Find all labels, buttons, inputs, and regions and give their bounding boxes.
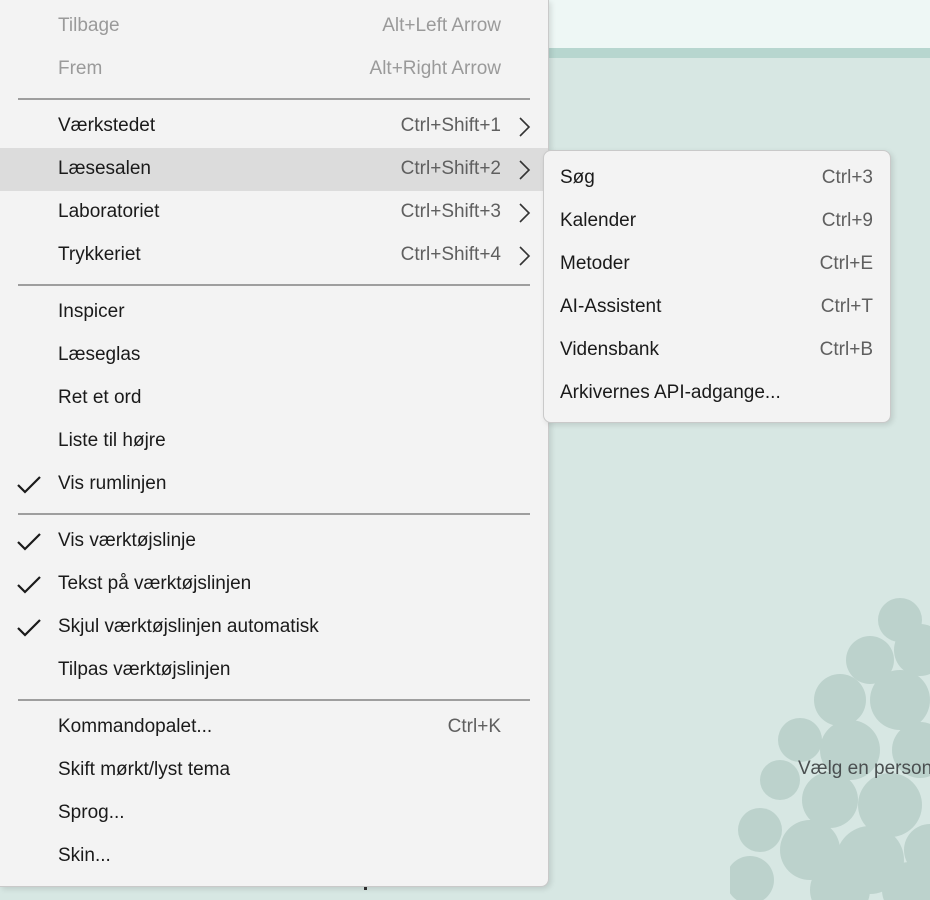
menu-item-label: Tilbage xyxy=(58,15,120,36)
menu-item-label: Tilpas værktøjslinjen xyxy=(58,659,231,680)
menu-item-tekst-pa-vaerktojslinjen[interactable]: Tekst på værktøjslinjen xyxy=(0,563,548,606)
menu-item-vis-vaerktojslinje[interactable]: Vis værktøjslinje xyxy=(0,520,548,563)
menu-item-label: Læsesalen xyxy=(58,158,151,179)
menu-item-label: Værkstedet xyxy=(58,115,156,136)
menu-item-shortcut: Alt+Left Arrow xyxy=(382,15,501,36)
checkmark-icon xyxy=(17,476,41,494)
chevron-right-icon xyxy=(519,117,531,137)
submenu-item-api-adgange[interactable]: Arkivernes API-adgange... xyxy=(544,366,890,409)
menu-item-shortcut: Ctrl+Shift+3 xyxy=(400,201,501,222)
submenu-item-label: Metoder xyxy=(560,253,630,274)
menu-item-label: Kommandopalet... xyxy=(58,716,213,737)
submenu-item-shortcut: Ctrl+B xyxy=(819,339,873,360)
menu-item-label: Skin... xyxy=(58,845,111,866)
menu-item-skin[interactable]: Skin... xyxy=(0,835,548,878)
menu-item-skift-tema[interactable]: Skift mørkt/lyst tema xyxy=(0,749,548,792)
submenu-item-sog[interactable]: Søg Ctrl+3 xyxy=(544,151,890,194)
menu-item-skjul-vaerktojslinjen[interactable]: Skjul værktøjslinjen automatisk xyxy=(0,606,548,649)
submenu-item-shortcut: Ctrl+T xyxy=(820,296,873,317)
menu-item-label: Laboratoriet xyxy=(58,201,160,222)
menu-separator xyxy=(18,699,530,701)
menu-item-back[interactable]: Tilbage Alt+Left Arrow xyxy=(0,5,548,48)
checkmark-icon xyxy=(17,533,41,551)
laesesalen-submenu: Søg Ctrl+3 Kalender Ctrl+9 Metoder Ctrl+… xyxy=(543,150,891,423)
menu-item-shortcut: Alt+Right Arrow xyxy=(369,58,501,79)
menu-item-shortcut: Ctrl+K xyxy=(447,716,501,737)
submenu-item-shortcut: Ctrl+3 xyxy=(821,167,873,188)
chevron-right-icon xyxy=(519,246,531,266)
menu-item-label: Ret et ord xyxy=(58,387,142,408)
menu-separator xyxy=(18,98,530,100)
menu-item-vis-rumlinjen[interactable]: Vis rumlinjen xyxy=(0,463,548,506)
menu-item-laesesalen[interactable]: Læsesalen Ctrl+Shift+2 xyxy=(0,148,548,191)
submenu-item-shortcut: Ctrl+9 xyxy=(821,210,873,231)
submenu-item-ai-assistent[interactable]: AI-Assistent Ctrl+T xyxy=(544,280,890,323)
menu-separator xyxy=(18,513,530,515)
menu-item-vaerkstedet[interactable]: Værkstedet Ctrl+Shift+1 xyxy=(0,105,548,148)
menu-separator xyxy=(18,284,530,286)
menu-item-shortcut: Ctrl+Shift+1 xyxy=(400,115,501,136)
menu-item-inspicer[interactable]: Inspicer xyxy=(0,291,548,334)
submenu-item-shortcut: Ctrl+E xyxy=(819,253,873,274)
menu-item-label: Læseglas xyxy=(58,344,141,365)
checkmark-icon xyxy=(17,619,41,637)
menu-item-laeseglas[interactable]: Læseglas xyxy=(0,334,548,377)
submenu-item-kalender[interactable]: Kalender Ctrl+9 xyxy=(544,194,890,237)
submenu-item-label: AI-Assistent xyxy=(560,296,662,317)
chevron-right-icon xyxy=(519,203,531,223)
menu-item-label: Trykkeriet xyxy=(58,244,141,265)
menu-item-label: Vis rumlinjen xyxy=(58,473,167,494)
menu-item-label: Liste til højre xyxy=(58,430,166,451)
menu-item-forward[interactable]: Frem Alt+Right Arrow xyxy=(0,48,548,91)
menu-item-laboratoriet[interactable]: Laboratoriet Ctrl+Shift+3 xyxy=(0,191,548,234)
menu-item-shortcut: Ctrl+Shift+4 xyxy=(400,244,501,265)
menu-item-ret-et-ord[interactable]: Ret et ord xyxy=(0,377,548,420)
menu-item-shortcut: Ctrl+Shift+2 xyxy=(400,158,501,179)
submenu-item-metoder[interactable]: Metoder Ctrl+E xyxy=(544,237,890,280)
menu-item-label: Tekst på værktøjslinjen xyxy=(58,573,252,594)
menu-item-label: Frem xyxy=(58,58,103,79)
chevron-right-icon xyxy=(519,160,531,180)
submenu-item-label: Vidensbank xyxy=(560,339,659,360)
select-person-hint: Vælg en person xyxy=(798,758,930,779)
submenu-item-vidensbank[interactable]: Vidensbank Ctrl+B xyxy=(544,323,890,366)
menu-item-liste-til-hojre[interactable]: Liste til højre xyxy=(0,420,548,463)
menu-item-label: Skjul værktøjslinjen automatisk xyxy=(58,616,319,637)
menu-item-label: Sprog... xyxy=(58,802,125,823)
menu-item-trykkeriet[interactable]: Trykkeriet Ctrl+Shift+4 xyxy=(0,234,548,277)
menu-item-tilpas-vaerktojslinjen[interactable]: Tilpas værktøjslinjen xyxy=(0,649,548,692)
menu-item-label: Vis værktøjslinje xyxy=(58,530,196,551)
menu-item-sprog[interactable]: Sprog... xyxy=(0,792,548,835)
menu-item-label: Inspicer xyxy=(58,301,125,322)
menu-item-label: Skift mørkt/lyst tema xyxy=(58,759,231,780)
submenu-item-label: Søg xyxy=(560,167,595,188)
view-menu: Tilbage Alt+Left Arrow Frem Alt+Right Ar… xyxy=(0,0,549,887)
tree-illustration-icon xyxy=(730,598,930,900)
checkmark-icon xyxy=(17,576,41,594)
submenu-item-label: Arkivernes API-adgange... xyxy=(560,382,781,403)
menu-item-kommandopalet[interactable]: Kommandopalet... Ctrl+K xyxy=(0,706,548,749)
submenu-item-label: Kalender xyxy=(560,210,637,231)
